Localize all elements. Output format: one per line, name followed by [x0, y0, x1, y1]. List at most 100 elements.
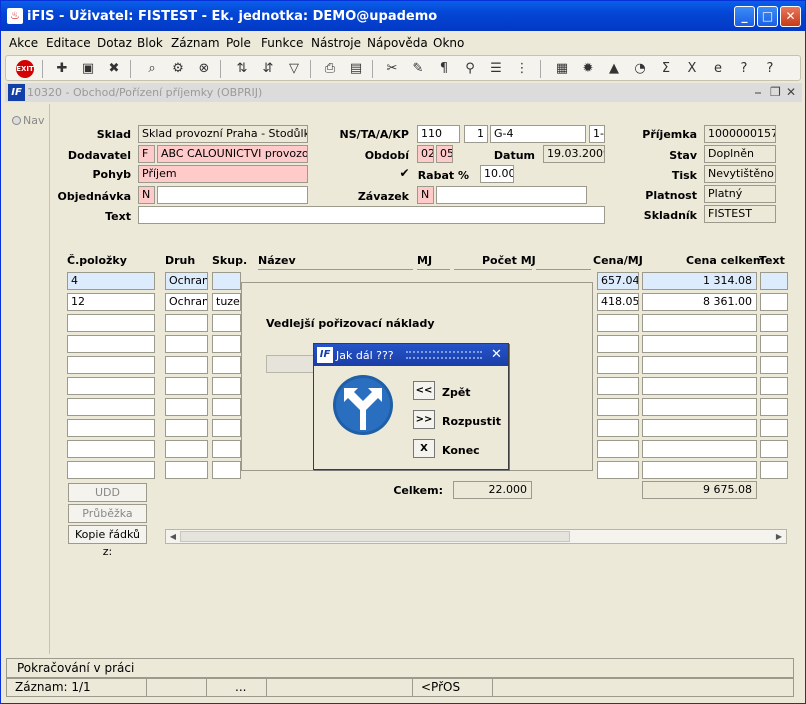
cancel-query-icon[interactable]: ⊗ [194, 59, 214, 79]
cell-cena[interactable]: 418.05 [597, 293, 639, 311]
cell-celkem[interactable]: 1 314.08 [642, 272, 757, 290]
cell-druh[interactable] [165, 377, 208, 395]
ta-field[interactable]: 1 [464, 125, 488, 143]
cell-skup[interactable] [212, 398, 241, 416]
execute-query-icon[interactable]: ⚙ [168, 59, 188, 79]
form-close-icon[interactable]: ✕ [786, 85, 796, 99]
sort-desc-icon[interactable]: ⇵ [258, 59, 278, 79]
form-restore-icon[interactable]: ❐ [770, 85, 781, 99]
ie-icon[interactable]: e [708, 59, 728, 79]
delete-record-icon[interactable]: ✖ [104, 59, 124, 79]
menu-akce[interactable]: Akce [9, 36, 38, 50]
calculator-icon[interactable]: ▦ [552, 59, 572, 79]
cell-cena[interactable]: 657.04 [597, 272, 639, 290]
rabat-checkbox[interactable]: ✔ [398, 167, 411, 180]
cell-celkem[interactable] [642, 335, 757, 353]
menu-napoveda[interactable]: Nápověda [367, 36, 428, 50]
columns-icon[interactable]: ⋮ [512, 59, 532, 79]
cell-text[interactable] [760, 314, 788, 332]
filter-icon[interactable]: ▽ [284, 59, 304, 79]
menu-nastroje[interactable]: Nástroje [311, 36, 361, 50]
rozpustit-label[interactable]: Rozpustit [442, 415, 501, 428]
cell-druh[interactable] [165, 419, 208, 437]
cell-skup[interactable] [212, 440, 241, 458]
menu-funkce[interactable]: Funkce [261, 36, 303, 50]
cell-druh[interactable]: Ochranr [165, 293, 208, 311]
cell-text[interactable] [760, 272, 788, 290]
cell-text[interactable] [760, 335, 788, 353]
cell-celkem[interactable] [642, 314, 757, 332]
cell-druh[interactable] [165, 440, 208, 458]
cell-druh[interactable] [165, 335, 208, 353]
udd-button[interactable]: UDD [68, 483, 147, 502]
scroll-thumb[interactable] [180, 531, 570, 542]
cell-cena[interactable] [597, 314, 639, 332]
cell-celkem[interactable] [642, 377, 757, 395]
insert-record-icon[interactable]: ✚ [52, 59, 72, 79]
zpet-key-button[interactable]: << [413, 381, 435, 400]
cell-cena[interactable] [597, 356, 639, 374]
cell-skup[interactable] [212, 272, 241, 290]
cell-druh[interactable]: Ochranr [165, 272, 208, 290]
cell-text[interactable] [760, 440, 788, 458]
cell-skup[interactable] [212, 356, 241, 374]
dialog-close-icon[interactable]: ✕ [491, 347, 502, 362]
pohyb-field[interactable]: Příjem [138, 165, 308, 183]
cell-celkem[interactable] [642, 461, 757, 479]
horizontal-scrollbar[interactable]: ◀ ▶ [165, 529, 787, 544]
cell-skup[interactable] [212, 335, 241, 353]
cell-celkem[interactable] [642, 398, 757, 416]
cell-text[interactable] [760, 419, 788, 437]
cell-cpolozky[interactable] [67, 377, 155, 395]
rozpustit-key-button[interactable]: >> [413, 410, 435, 429]
exit-icon[interactable]: EXIT [16, 60, 34, 78]
gear-icon[interactable]: ✹ [578, 59, 598, 79]
konec-label[interactable]: Konec [442, 444, 480, 457]
cell-text[interactable] [760, 377, 788, 395]
menu-blok[interactable]: Blok [137, 36, 163, 50]
cell-skup[interactable] [212, 461, 241, 479]
close-button[interactable]: ✕ [780, 6, 801, 27]
format-icon[interactable]: ¶ [434, 59, 454, 79]
side-costs-field[interactable] [266, 355, 316, 373]
text-field[interactable] [138, 206, 605, 224]
dodavatel-flag-field[interactable]: F [138, 145, 155, 163]
cell-celkem[interactable] [642, 440, 757, 458]
cell-druh[interactable] [165, 398, 208, 416]
sum-icon[interactable]: Σ [656, 59, 676, 79]
sort-asc-icon[interactable]: ⇅ [232, 59, 252, 79]
objednavka-flag-field[interactable]: N [138, 186, 155, 204]
objednavka-field[interactable] [157, 186, 308, 204]
datum-field[interactable]: 19.03.2009 [543, 145, 605, 163]
prubezka-button[interactable]: Průběžka [68, 504, 147, 523]
maximize-button[interactable]: □ [757, 6, 778, 27]
stav-field[interactable]: Doplněn [704, 145, 776, 163]
cell-cena[interactable] [597, 335, 639, 353]
scroll-right-icon[interactable]: ▶ [773, 531, 785, 542]
nav-link[interactable]: Nav [12, 114, 44, 127]
menu-editace[interactable]: Editace [46, 36, 91, 50]
clock-icon[interactable]: ◔ [630, 59, 650, 79]
cell-text[interactable] [760, 461, 788, 479]
rabat-field[interactable]: 10.00 [480, 165, 514, 183]
menu-zaznam[interactable]: Záznam [171, 36, 220, 50]
cell-text[interactable] [760, 398, 788, 416]
cell-cpolozky[interactable] [67, 335, 155, 353]
zpet-label[interactable]: Zpět [442, 386, 471, 399]
cell-cpolozky[interactable] [67, 419, 155, 437]
cell-cpolozky[interactable] [67, 398, 155, 416]
cell-cena[interactable] [597, 377, 639, 395]
minimize-button[interactable]: _ [734, 6, 755, 27]
cell-celkem[interactable] [642, 356, 757, 374]
cell-skup[interactable]: tuzer [212, 293, 241, 311]
cell-celkem[interactable] [642, 419, 757, 437]
tisk-field[interactable]: Nevytištěno [704, 165, 776, 183]
cell-skup[interactable] [212, 377, 241, 395]
menu-dotaz[interactable]: Dotaz [97, 36, 132, 50]
obdobi-year-field[interactable]: 05 [436, 145, 453, 163]
zavazek-field[interactable] [436, 186, 587, 204]
print-icon[interactable]: ⎙ [320, 59, 340, 79]
cell-text[interactable] [760, 356, 788, 374]
sklad-field[interactable]: Sklad provozní Praha - Stodůlky [138, 125, 308, 143]
cell-cena[interactable] [597, 440, 639, 458]
